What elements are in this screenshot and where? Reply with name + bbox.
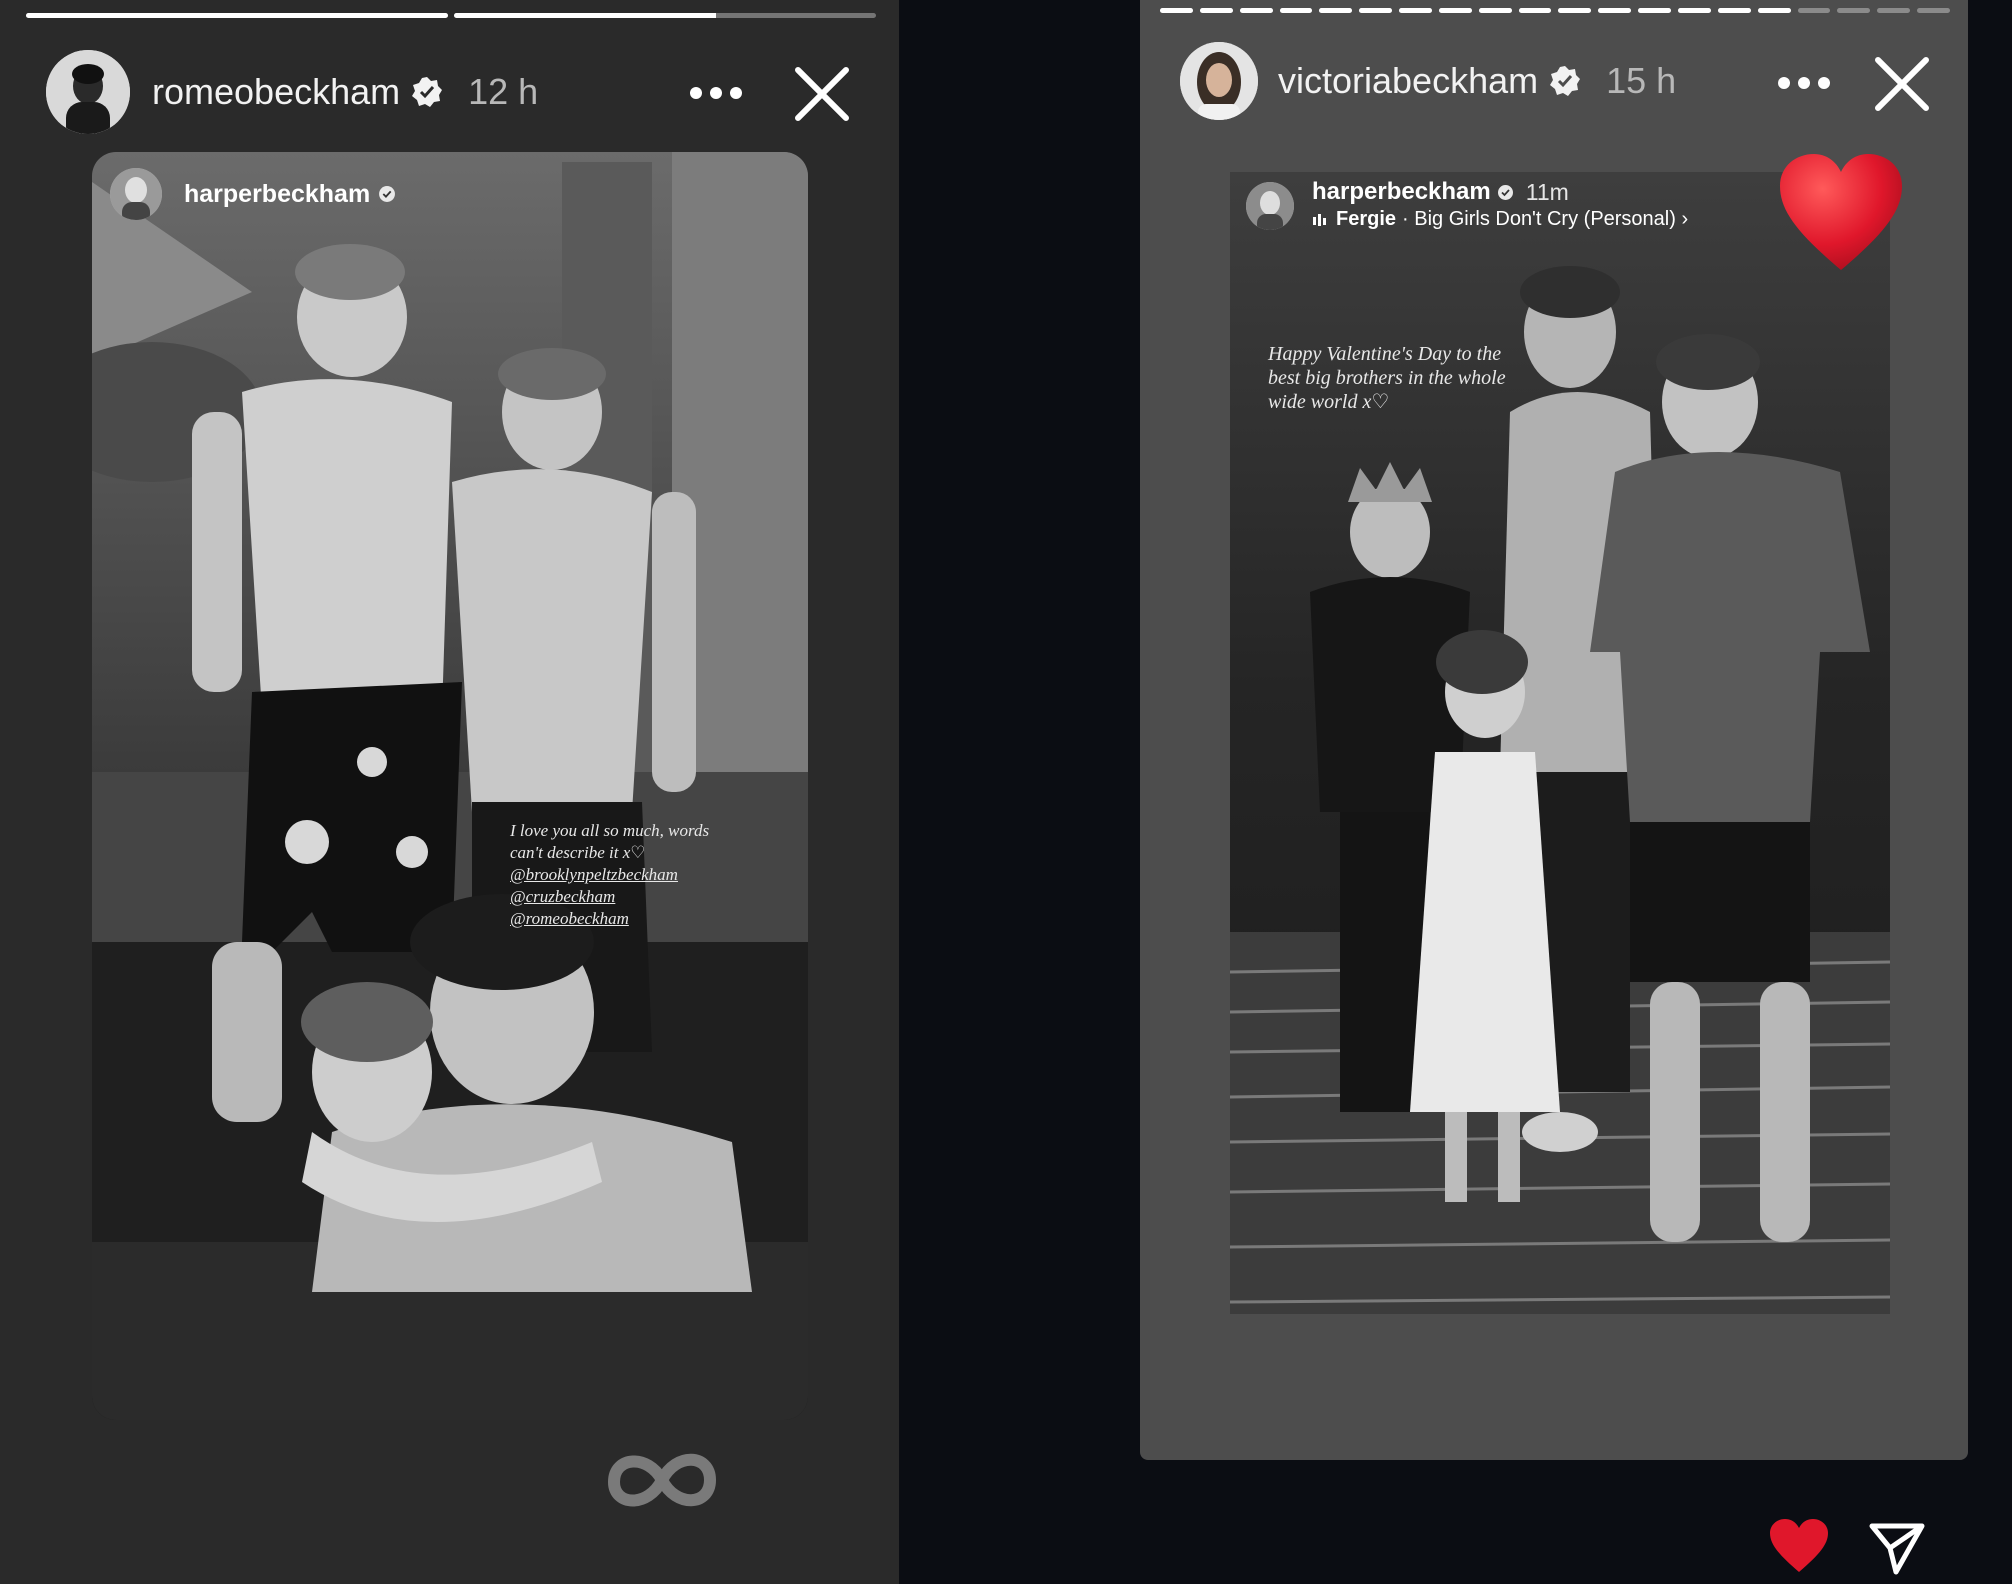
story-progress-bar [26, 13, 876, 18]
verified-badge-icon [1497, 184, 1513, 200]
heart-sticker-icon [1780, 154, 1902, 270]
caption-line: can't describe it x♡ [510, 843, 646, 862]
story-photo: harperbeckham 11m Fergie · Big Girls Don… [1230, 172, 1890, 1314]
more-options-icon[interactable] [686, 78, 746, 108]
more-options-icon[interactable] [1774, 68, 1834, 98]
progress-segment [1638, 8, 1671, 13]
story-photo: harperbeckham I love you all so much, wo… [92, 152, 808, 1420]
story-header: victoriabeckham 15 h [1180, 42, 1676, 120]
story-timestamp: 15 h [1606, 60, 1677, 101]
reshare-avatar[interactable] [110, 168, 162, 220]
story-header: romeobeckham 12 h [46, 50, 538, 134]
progress-segment [1917, 8, 1950, 13]
progress-segment [1279, 8, 1313, 13]
avatar[interactable] [1180, 42, 1258, 120]
music-sticker[interactable]: Fergie · Big Girls Don't Cry (Personal) … [1312, 208, 1688, 231]
username[interactable]: victoriabeckham [1278, 60, 1538, 102]
progress-segment [1518, 8, 1552, 13]
story-caption: I love you all so much, words can't desc… [510, 820, 770, 930]
boomerang-icon [607, 1453, 717, 1507]
reshare-username[interactable]: harperbeckham [1312, 178, 1491, 206]
reshare-timestamp: 11m [1525, 178, 1569, 205]
progress-segment [1598, 8, 1632, 13]
verified-badge-icon [412, 77, 443, 107]
close-icon[interactable] [1872, 54, 1932, 114]
story-progress-bar [1160, 8, 1950, 13]
progress-segment [1239, 8, 1273, 13]
verified-badge-icon [1550, 66, 1581, 96]
progress-segment [1399, 8, 1432, 13]
close-icon[interactable] [792, 64, 852, 124]
mention-link[interactable]: @brooklynpeltzbeckham [510, 864, 770, 886]
username[interactable]: romeobeckham [152, 71, 400, 113]
verified-badge-icon [379, 186, 396, 202]
caption-line: Happy Valentine's Day to the [1268, 343, 1502, 365]
progress-segment [1797, 8, 1831, 13]
story-caption: Happy Valentine's Day to the best big br… [1268, 342, 1558, 414]
progress-segment [1319, 8, 1353, 13]
progress-segment [1837, 8, 1871, 13]
reshare-header: harperbeckham [110, 168, 396, 220]
progress-segment [1757, 8, 1791, 13]
music-title: · Big Girls Don't Cry (Personal) › [1402, 208, 1689, 230]
story-timestamp: 12 h [468, 71, 539, 112]
music-artist: Fergie [1336, 208, 1397, 230]
mention-link[interactable]: @romeobeckham [510, 908, 770, 930]
heart-icon[interactable] [1768, 1518, 1830, 1574]
music-bars-icon [1313, 213, 1326, 226]
caption-line: wide world x♡ [1268, 391, 1390, 413]
progress-segment [1359, 8, 1393, 13]
reshare-header: harperbeckham 11m Fergie · Big Girls Don… [1246, 178, 1688, 231]
story-panel-romeobeckham[interactable]: romeobeckham 12 h harperbeckham I love y… [0, 0, 899, 1584]
reshare-avatar[interactable] [1246, 182, 1294, 230]
progress-segment [454, 13, 876, 18]
caption-line: I love you all so much, words [510, 821, 710, 840]
progress-segment [1160, 8, 1193, 13]
caption-line: best big brothers in the whole [1268, 367, 1506, 389]
avatar[interactable] [46, 50, 130, 134]
progress-segment [1717, 8, 1751, 13]
progress-segment [1478, 8, 1512, 13]
progress-segment [26, 13, 448, 18]
reshare-username[interactable]: harperbeckham [184, 180, 370, 209]
progress-segment [1558, 8, 1592, 13]
progress-segment [1438, 8, 1472, 13]
send-icon[interactable] [1868, 1520, 1926, 1576]
progress-segment [1677, 8, 1711, 13]
story-panel-victoriabeckham[interactable]: victoriabeckham 15 h harperbeckham 11m F… [1140, 0, 1968, 1460]
mention-link[interactable]: @cruzbeckham [510, 886, 770, 908]
progress-segment [1199, 8, 1233, 13]
progress-segment [1877, 8, 1911, 13]
